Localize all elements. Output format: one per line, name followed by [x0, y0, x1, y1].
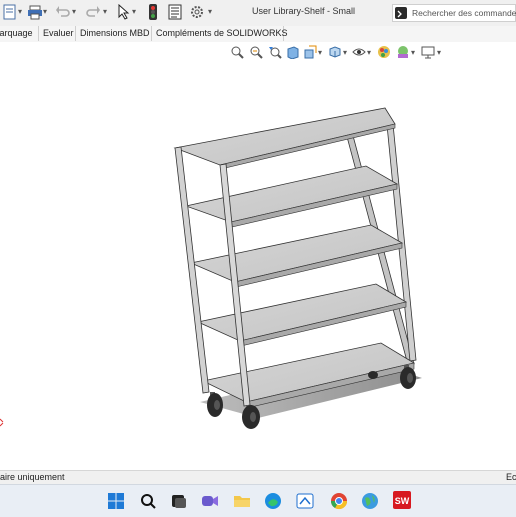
command-manager-tabs: Marquage Evaluer Dimensions MBD Compléme…: [0, 26, 516, 43]
traffic-light-icon[interactable]: [145, 4, 161, 20]
undo-dropdown-caret[interactable]: ▾: [72, 7, 76, 16]
front-left-post: [174, 146, 210, 394]
solidworks-icon[interactable]: SW: [392, 490, 412, 510]
tab-label: Evaluer: [43, 28, 74, 38]
shelf-4: [196, 283, 408, 347]
whiteboard-icon[interactable]: [296, 492, 314, 510]
select-dropdown-caret[interactable]: ▾: [132, 7, 136, 16]
tab-complements-solidworks[interactable]: Compléments de SOLIDWORKS: [152, 26, 288, 41]
shelf-model[interactable]: [0, 42, 516, 470]
file-properties-icon[interactable]: [167, 4, 183, 20]
tab-dimensions-mbd[interactable]: Dimensions MBD: [76, 26, 152, 41]
document-icon[interactable]: [2, 4, 18, 20]
select-cursor-icon[interactable]: [116, 4, 132, 20]
taskbar: SW: [0, 484, 516, 517]
gear-icon[interactable]: [189, 4, 205, 20]
task-view-icon[interactable]: [170, 492, 188, 510]
status-right-text: Ec: [506, 472, 516, 482]
redo-icon[interactable]: [85, 4, 101, 20]
title-bar: ▾ ▾ ▾ ▾ ▾ ▾ User Library-Shelf - Small R…: [0, 0, 516, 27]
windows-start-icon[interactable]: [107, 492, 125, 510]
options-dropdown-caret[interactable]: ▾: [208, 7, 212, 16]
file-explorer-icon[interactable]: [233, 492, 251, 510]
wheel-front-right: [242, 405, 260, 429]
wheel-front-left: [207, 392, 223, 417]
redo-dropdown-caret[interactable]: ▾: [103, 7, 107, 16]
tab-label: Compléments de SOLIDWORKS: [156, 28, 288, 38]
globe-app-icon[interactable]: [361, 492, 379, 510]
command-prompt-icon: [395, 7, 407, 19]
shelf-3: [189, 224, 404, 288]
status-left-text: aire uniquement: [0, 472, 65, 482]
command-search-box[interactable]: Rechercher des commandes: [392, 4, 516, 22]
undo-icon[interactable]: [55, 4, 71, 20]
edge-icon[interactable]: [264, 492, 282, 510]
window-title: User Library-Shelf - Small: [252, 6, 356, 16]
tab-evaluer[interactable]: Evaluer: [39, 26, 76, 41]
tab-label: Marquage: [0, 28, 33, 38]
print-icon[interactable]: [27, 4, 43, 20]
shelf-2: [184, 165, 399, 228]
tab-marquage[interactable]: Marquage: [0, 26, 39, 41]
meet-icon[interactable]: [201, 492, 219, 510]
status-bar: aire uniquement Ec: [0, 470, 516, 485]
document-dropdown-caret[interactable]: ▾: [18, 7, 22, 16]
print-dropdown-caret[interactable]: ▾: [43, 7, 47, 16]
chrome-icon[interactable]: [330, 492, 348, 510]
tab-label: Dimensions MBD: [80, 28, 150, 38]
wheel-back-center: [368, 371, 378, 379]
search-icon[interactable]: [139, 492, 157, 510]
search-placeholder: Rechercher des commandes: [412, 8, 516, 18]
triad-fragment: [0, 418, 4, 427]
shelf-top: [173, 107, 396, 170]
graphics-area[interactable]: ▾ ▾ ▾ ▾ ▾: [0, 42, 516, 470]
svg-text:SW: SW: [395, 496, 410, 506]
